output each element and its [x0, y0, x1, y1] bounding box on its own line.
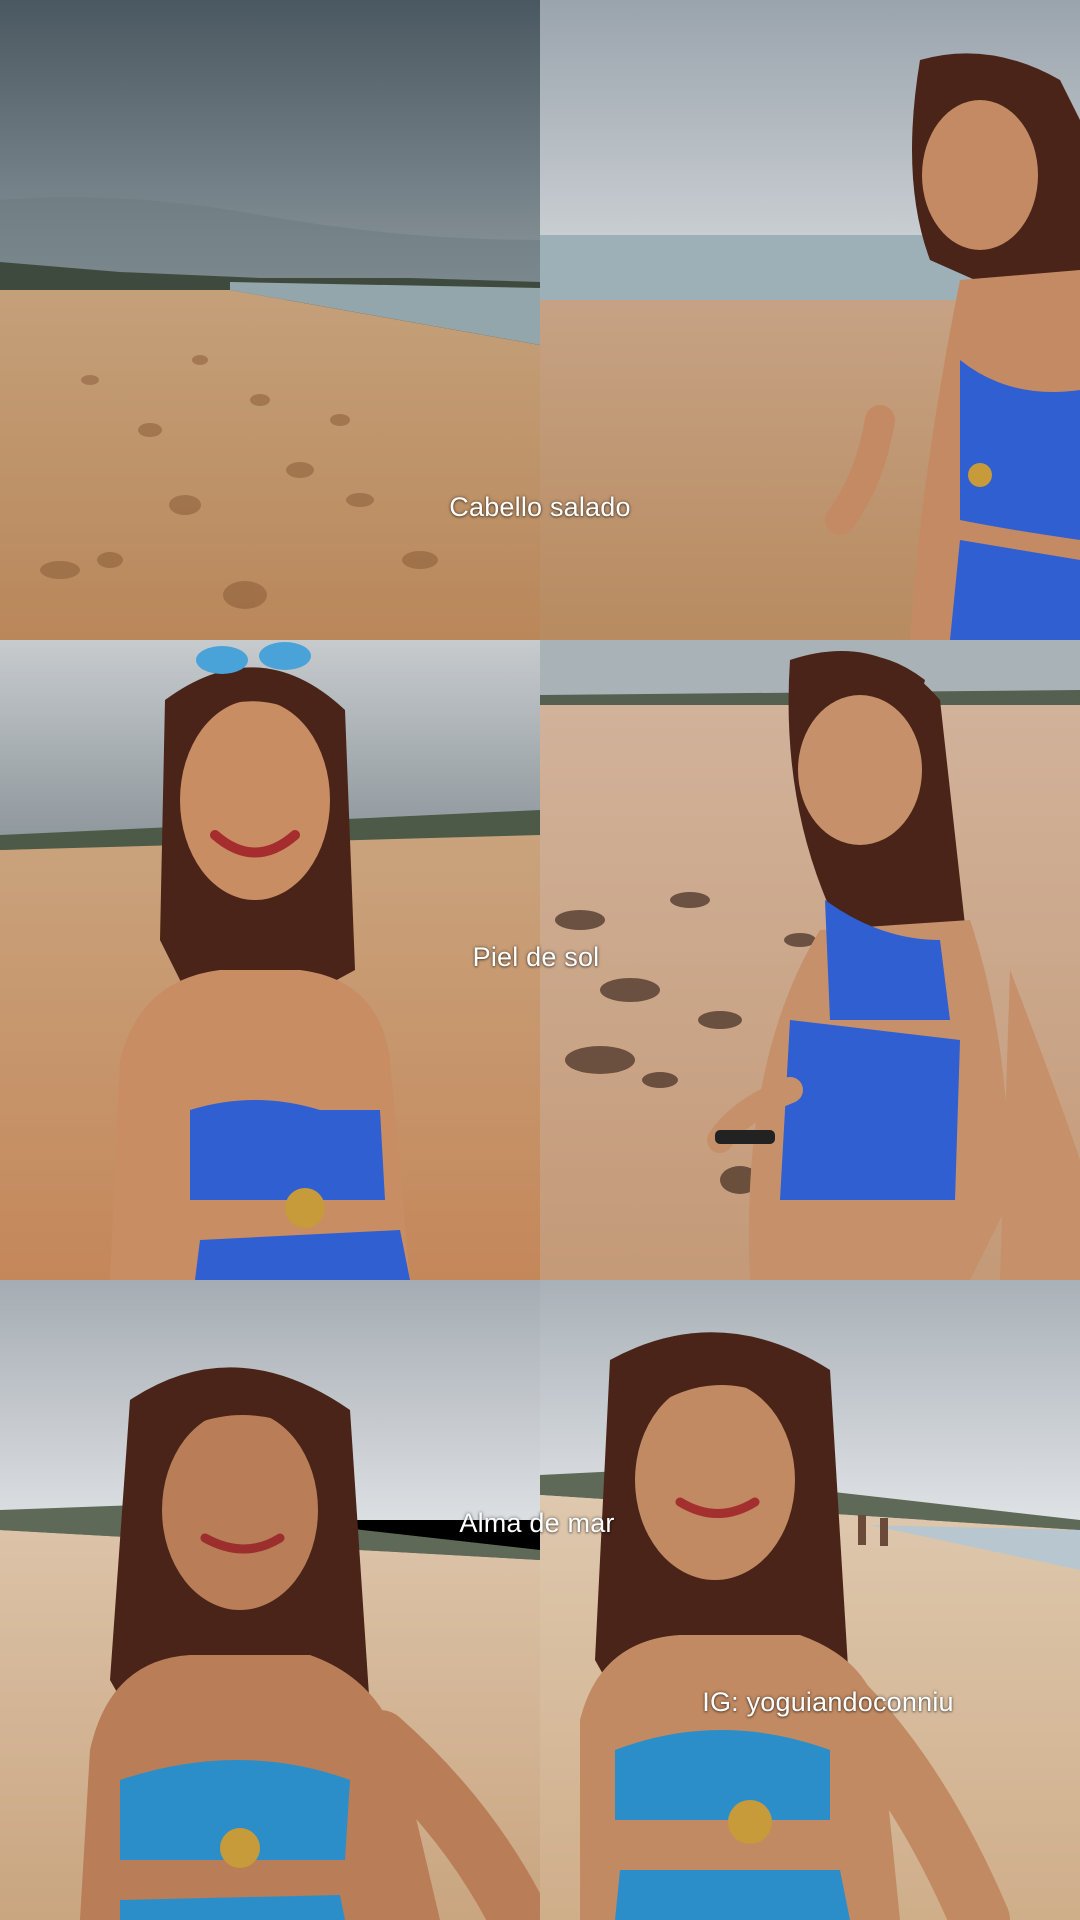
- photo-beach-footprints: [0, 0, 540, 640]
- caption-piel-de-sol: Piel de sol: [472, 942, 600, 972]
- photo-woman-selfie-beach-people: [540, 1280, 1080, 1920]
- caption-cabello-salado: Cabello salado: [449, 492, 631, 522]
- caption-instagram-handle: IG: yoguiandoconniu: [702, 1687, 954, 1717]
- photo-woman-smiling-sunglasses: [0, 640, 540, 1280]
- photo-collage: Cabello salado Piel de sol Alma de mar I…: [0, 0, 1080, 1920]
- caption-alma-de-mar: Alma de mar: [459, 1508, 615, 1538]
- photo-woman-selfie-dunes: [0, 1280, 540, 1920]
- photo-woman-selfie-stick-water: [540, 640, 1080, 1280]
- photo-woman-walking-shore: [540, 0, 1080, 640]
